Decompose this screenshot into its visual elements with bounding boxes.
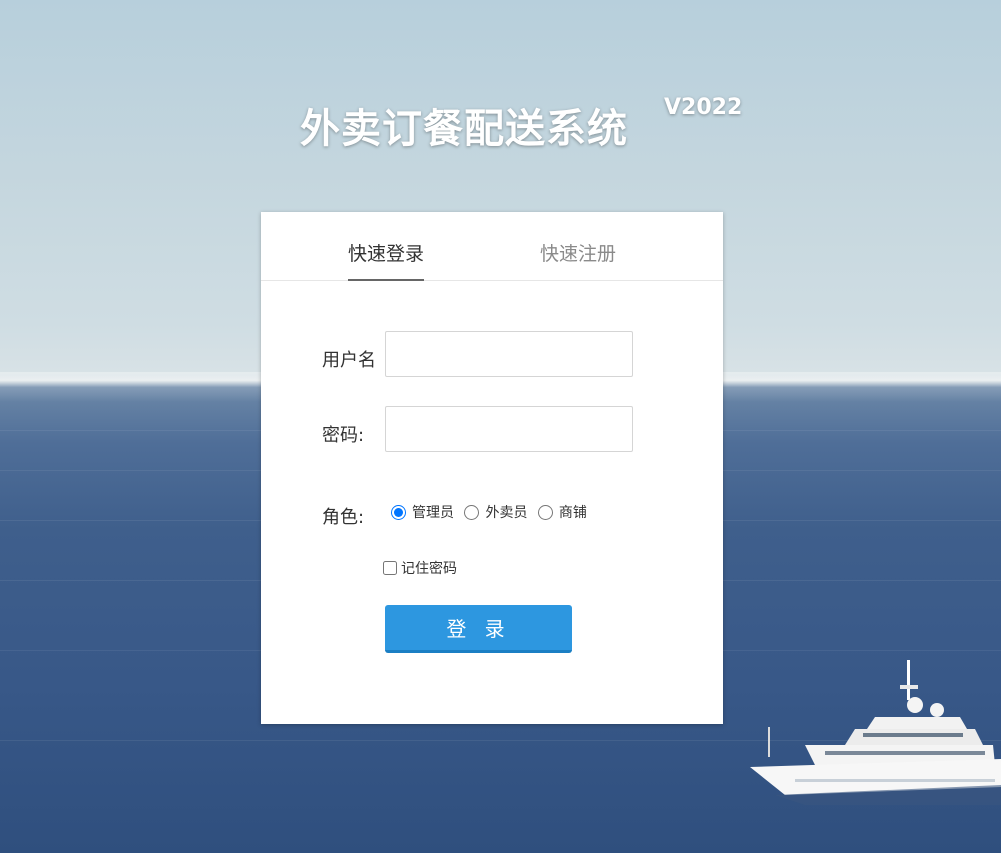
role-radio-courier[interactable] bbox=[464, 504, 480, 520]
role-option-courier[interactable]: 外卖员 bbox=[464, 502, 527, 522]
username-input[interactable] bbox=[385, 331, 633, 377]
role-radio-admin[interactable] bbox=[391, 504, 406, 520]
remember-password-checkbox[interactable] bbox=[383, 561, 397, 575]
role-radio-shop[interactable] bbox=[537, 504, 553, 520]
username-label: 用户名 bbox=[322, 350, 376, 371]
role-admin-label: 管理员 bbox=[412, 505, 454, 521]
tab-quick-register[interactable]: 快速注册 bbox=[540, 239, 616, 279]
login-button[interactable]: 登 录 bbox=[385, 605, 572, 653]
role-shop-label: 商铺 bbox=[558, 505, 587, 521]
password-label: 密码: bbox=[322, 425, 365, 446]
login-panel: 快速登录 快速注册 用户名 密码: 角色: 管理员 外卖员 商铺 记住密码 登 … bbox=[261, 212, 723, 724]
role-label: 角色: bbox=[322, 507, 365, 528]
password-input[interactable] bbox=[385, 406, 633, 452]
tab-quick-login[interactable]: 快速登录 bbox=[348, 239, 425, 281]
system-title: 外卖订餐配送系统 bbox=[300, 106, 628, 152]
version-label: V2022 bbox=[664, 95, 743, 120]
remember-password-label: 记住密码 bbox=[401, 561, 457, 577]
role-option-shop[interactable]: 商铺 bbox=[537, 502, 587, 522]
remember-password[interactable]: 记住密码 bbox=[383, 558, 457, 578]
yacht-image bbox=[750, 660, 1001, 805]
tab-bar: 快速登录 快速注册 bbox=[261, 212, 723, 281]
role-option-admin[interactable]: 管理员 bbox=[391, 502, 454, 522]
role-courier-label: 外卖员 bbox=[485, 505, 528, 521]
role-radio-group: 管理员 外卖员 商铺 bbox=[391, 502, 593, 524]
